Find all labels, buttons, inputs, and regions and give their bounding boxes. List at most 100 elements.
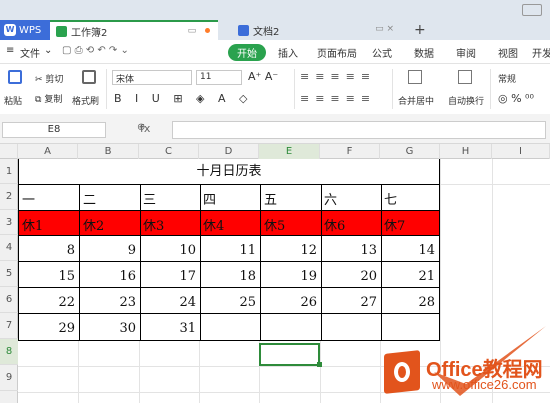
font-family-select[interactable]: 宋体	[112, 70, 192, 85]
date-cell[interactable]: 25	[201, 295, 260, 310]
date-cell[interactable]: 10	[141, 243, 200, 258]
number-format-select[interactable]: 常规	[498, 72, 516, 85]
rest-day-cell[interactable]: 休6	[324, 215, 380, 234]
vertical-align-buttons[interactable]: ≡≡≡≡≡	[300, 70, 376, 83]
weekday-cell[interactable]: 四	[203, 189, 259, 208]
font-style-buttons[interactable]: B I U ⊞ ◈ A ◇	[114, 92, 252, 105]
tab-controls[interactable]: ▭ ×	[375, 24, 394, 34]
merge-label[interactable]: 合并居中	[398, 94, 434, 107]
font-size-select[interactable]: 11	[196, 70, 242, 85]
date-cell[interactable]: 14	[382, 243, 439, 258]
row-header[interactable]: 4	[0, 235, 18, 261]
date-cell[interactable]: 31	[141, 321, 200, 336]
column-header[interactable]: G	[380, 144, 440, 159]
menu-file-dropdown-icon[interactable]: ⌄	[44, 45, 52, 56]
date-cell[interactable]: 19	[261, 269, 321, 284]
rest-day-cell[interactable]: 休4	[203, 215, 259, 234]
paste-label[interactable]: 粘贴	[4, 94, 22, 107]
row-header[interactable]: 7	[0, 313, 18, 339]
select-all-corner[interactable]	[0, 144, 18, 159]
column-header[interactable]: F	[320, 144, 380, 159]
date-cell[interactable]: 9	[80, 243, 140, 258]
date-cell[interactable]: 27	[322, 295, 381, 310]
row-header[interactable]: 5	[0, 261, 18, 287]
weekday-cell[interactable]: 五	[264, 189, 320, 208]
weekday-cell[interactable]: 一	[22, 189, 78, 208]
number-format-buttons[interactable]: ◎ % ⁰⁰	[498, 92, 534, 105]
fill-handle[interactable]	[317, 362, 322, 367]
date-cell[interactable]: 8	[19, 243, 79, 258]
menu-data[interactable]: 数据	[414, 45, 434, 60]
menu-developer[interactable]: 开发	[532, 45, 550, 60]
column-header[interactable]: B	[78, 144, 139, 159]
window-mode-icon[interactable]	[522, 4, 542, 16]
copy-button[interactable]: ⧉ 复制	[35, 92, 62, 105]
menu-review[interactable]: 审阅	[456, 45, 476, 60]
date-cell[interactable]: 13	[322, 243, 381, 258]
rest-day-cell[interactable]: 休2	[83, 215, 139, 234]
weekday-cell[interactable]: 二	[83, 189, 139, 208]
tab-controls[interactable]: ▭	[188, 26, 210, 36]
row-header[interactable]: 3	[0, 210, 18, 235]
rest-day-cell[interactable]: 休7	[384, 215, 438, 234]
date-cell[interactable]: 12	[261, 243, 321, 258]
name-box[interactable]: E8	[2, 122, 106, 138]
date-cell[interactable]: 20	[322, 269, 381, 284]
row-header[interactable]: 9	[0, 365, 18, 391]
menu-icon[interactable]: ≡	[6, 45, 14, 56]
quick-access-icons[interactable]: ▢ ⎙ ⟲ ↶ ↷ ⌄	[62, 45, 129, 56]
weekday-cell[interactable]: 三	[143, 189, 199, 208]
date-cell[interactable]: 16	[80, 269, 140, 284]
horizontal-align-buttons[interactable]: ≡≡≡≡≡	[300, 92, 376, 105]
formula-input[interactable]	[172, 121, 546, 139]
column-header[interactable]: C	[139, 144, 199, 159]
menu-insert[interactable]: 插入	[278, 45, 298, 60]
date-cell[interactable]: 23	[80, 295, 140, 310]
row-header[interactable]: 6	[0, 287, 18, 313]
date-cell[interactable]: 11	[201, 243, 260, 258]
cut-button[interactable]: ✂ 剪切	[35, 72, 63, 85]
tab-wps[interactable]: W WPS	[0, 20, 50, 40]
menu-page-layout[interactable]: 页面布局	[317, 45, 357, 60]
paste-icon[interactable]	[8, 70, 22, 84]
date-cell[interactable]: 28	[382, 295, 439, 310]
row-header[interactable]: 8	[0, 339, 18, 365]
rest-day-cell[interactable]: 休5	[264, 215, 320, 234]
tab-workbook[interactable]: 工作簿2 ▭	[50, 20, 218, 40]
new-tab-button[interactable]: +	[414, 22, 426, 38]
weekday-cell[interactable]: 七	[384, 189, 438, 208]
date-cell[interactable]: 26	[261, 295, 321, 310]
column-header[interactable]: H	[440, 144, 492, 159]
date-cell[interactable]: 29	[19, 321, 79, 336]
date-cell[interactable]: 21	[382, 269, 439, 284]
column-header[interactable]: D	[199, 144, 259, 159]
column-header[interactable]: A	[18, 144, 78, 159]
column-header[interactable]: E	[259, 144, 320, 159]
column-header[interactable]: I	[492, 144, 550, 159]
rest-day-cell[interactable]: 休3	[143, 215, 199, 234]
menu-file[interactable]: 文件	[20, 45, 40, 60]
menu-home[interactable]: 开始	[228, 44, 266, 61]
date-cell[interactable]: 30	[80, 321, 140, 336]
date-cell[interactable]: 24	[141, 295, 200, 310]
rest-day-cell[interactable]: 休1	[22, 215, 78, 234]
tab-document[interactable]: 文档2 ▭ ×	[232, 20, 402, 40]
date-cell[interactable]: 17	[141, 269, 200, 284]
format-painter-icon[interactable]	[82, 70, 96, 84]
menu-view[interactable]: 视图	[498, 45, 518, 60]
date-cell[interactable]: 22	[19, 295, 79, 310]
active-cell-selection[interactable]	[259, 343, 320, 366]
wrap-text-label[interactable]: 自动换行	[448, 94, 484, 107]
format-painter-label[interactable]: 格式刷	[72, 94, 99, 107]
wrap-text-icon[interactable]	[458, 70, 472, 84]
weekday-cell[interactable]: 六	[324, 189, 380, 208]
date-cell[interactable]: 18	[201, 269, 260, 284]
calendar-title[interactable]: 十月日历表	[19, 159, 439, 184]
function-icon[interactable]: fx	[140, 122, 150, 135]
font-size-buttons[interactable]: A⁺ A⁻	[248, 70, 278, 83]
date-cell[interactable]: 15	[19, 269, 79, 284]
row-header[interactable]: 1	[0, 159, 18, 184]
merge-icon[interactable]	[408, 70, 422, 84]
menu-formulas[interactable]: 公式	[372, 45, 392, 60]
row-header[interactable]: 2	[0, 184, 18, 210]
